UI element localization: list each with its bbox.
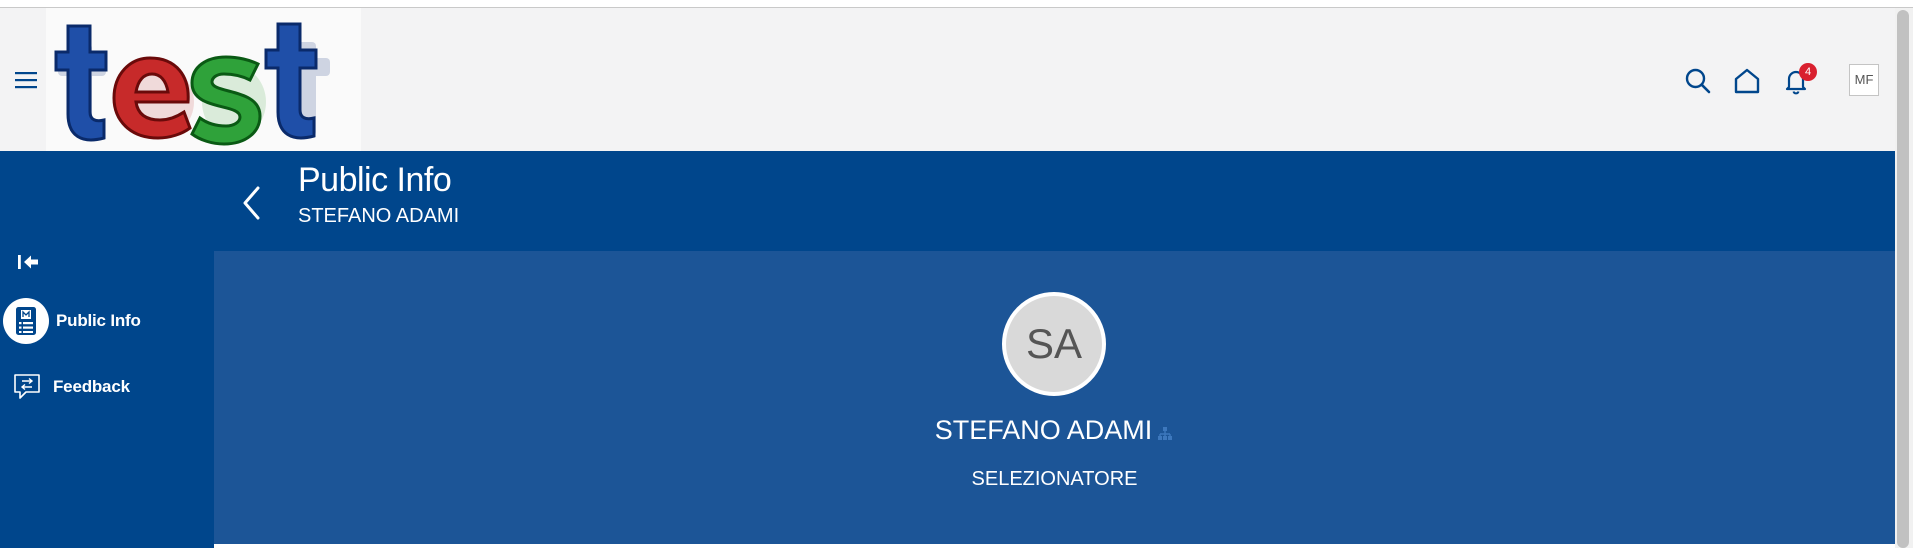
- logo[interactable]: [46, 8, 361, 151]
- page-subtitle: STEFANO ADAMI: [298, 205, 460, 227]
- content-bottom-edge: [214, 544, 1895, 548]
- collapse-sidebar-icon[interactable]: [14, 249, 42, 275]
- profile-hero: SA STEFANO ADAMI SELEZIONATORE: [214, 251, 1895, 544]
- sidebar-item-feedback[interactable]: Feedback: [0, 362, 214, 412]
- user-avatar-button[interactable]: MF: [1849, 64, 1879, 96]
- sidebar-item-label: Feedback: [53, 377, 130, 396]
- back-chevron-icon[interactable]: [238, 183, 264, 223]
- home-icon[interactable]: [1732, 66, 1762, 96]
- top-header: 4 MF: [0, 8, 1895, 151]
- notification-count-badge: 4: [1799, 63, 1817, 81]
- sidebar-item-label: Public Info: [56, 311, 141, 330]
- org-chart-icon[interactable]: [1156, 425, 1174, 443]
- search-icon[interactable]: [1683, 66, 1713, 96]
- feedback-chat-icon: [12, 372, 42, 402]
- page-header: Public Info STEFANO ADAMI: [214, 151, 1895, 251]
- profile-name-row: STEFANO ADAMI: [214, 415, 1895, 446]
- id-badge-icon: [3, 298, 49, 344]
- scrollbar-thumb[interactable]: [1897, 10, 1909, 548]
- hamburger-menu-icon[interactable]: [13, 68, 41, 92]
- profile-name: STEFANO ADAMI: [934, 415, 1153, 445]
- sidebar: Public Info Feedback: [0, 151, 214, 548]
- sidebar-item-public-info[interactable]: Public Info: [0, 296, 214, 346]
- page-title: Public Info: [298, 161, 452, 199]
- browser-top-edge: [0, 0, 1913, 8]
- profile-avatar: SA: [1002, 292, 1106, 396]
- profile-role: SELEZIONATORE: [971, 468, 1138, 490]
